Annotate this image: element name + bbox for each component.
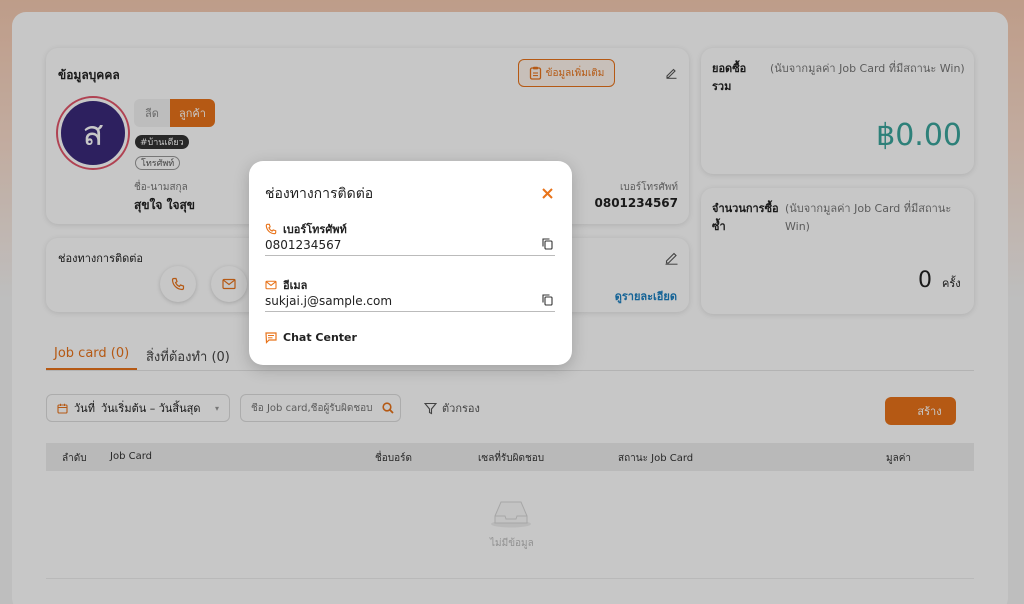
email-field-underline <box>265 311 555 312</box>
modal-title: ช่องทางการติดต่อ <box>265 186 374 202</box>
chat-center-label: Chat Center <box>283 331 357 344</box>
modal-phone-label: เบอร์โทรศัพท์ <box>283 223 347 236</box>
mail-icon <box>265 280 277 290</box>
modal-email-value: sukjai.j@sample.com <box>265 294 393 308</box>
chat-icon <box>265 331 277 344</box>
chat-center-row[interactable]: Chat Center <box>265 331 357 344</box>
contact-modal: ช่องทางการติดต่อ เบอร์โทรศัพท์ 080123456… <box>249 161 572 365</box>
modal-email-header: อีเมล <box>265 276 307 294</box>
modal-email-label: อีเมล <box>283 279 308 292</box>
copy-email-icon[interactable] <box>542 294 553 306</box>
phone-field-underline <box>265 255 555 256</box>
close-icon[interactable] <box>541 187 554 200</box>
phone-icon <box>265 223 277 235</box>
modal-phone-header: เบอร์โทรศัพท์ <box>265 220 347 238</box>
copy-phone-icon[interactable] <box>542 238 553 250</box>
modal-phone-value: 0801234567 <box>265 238 342 252</box>
